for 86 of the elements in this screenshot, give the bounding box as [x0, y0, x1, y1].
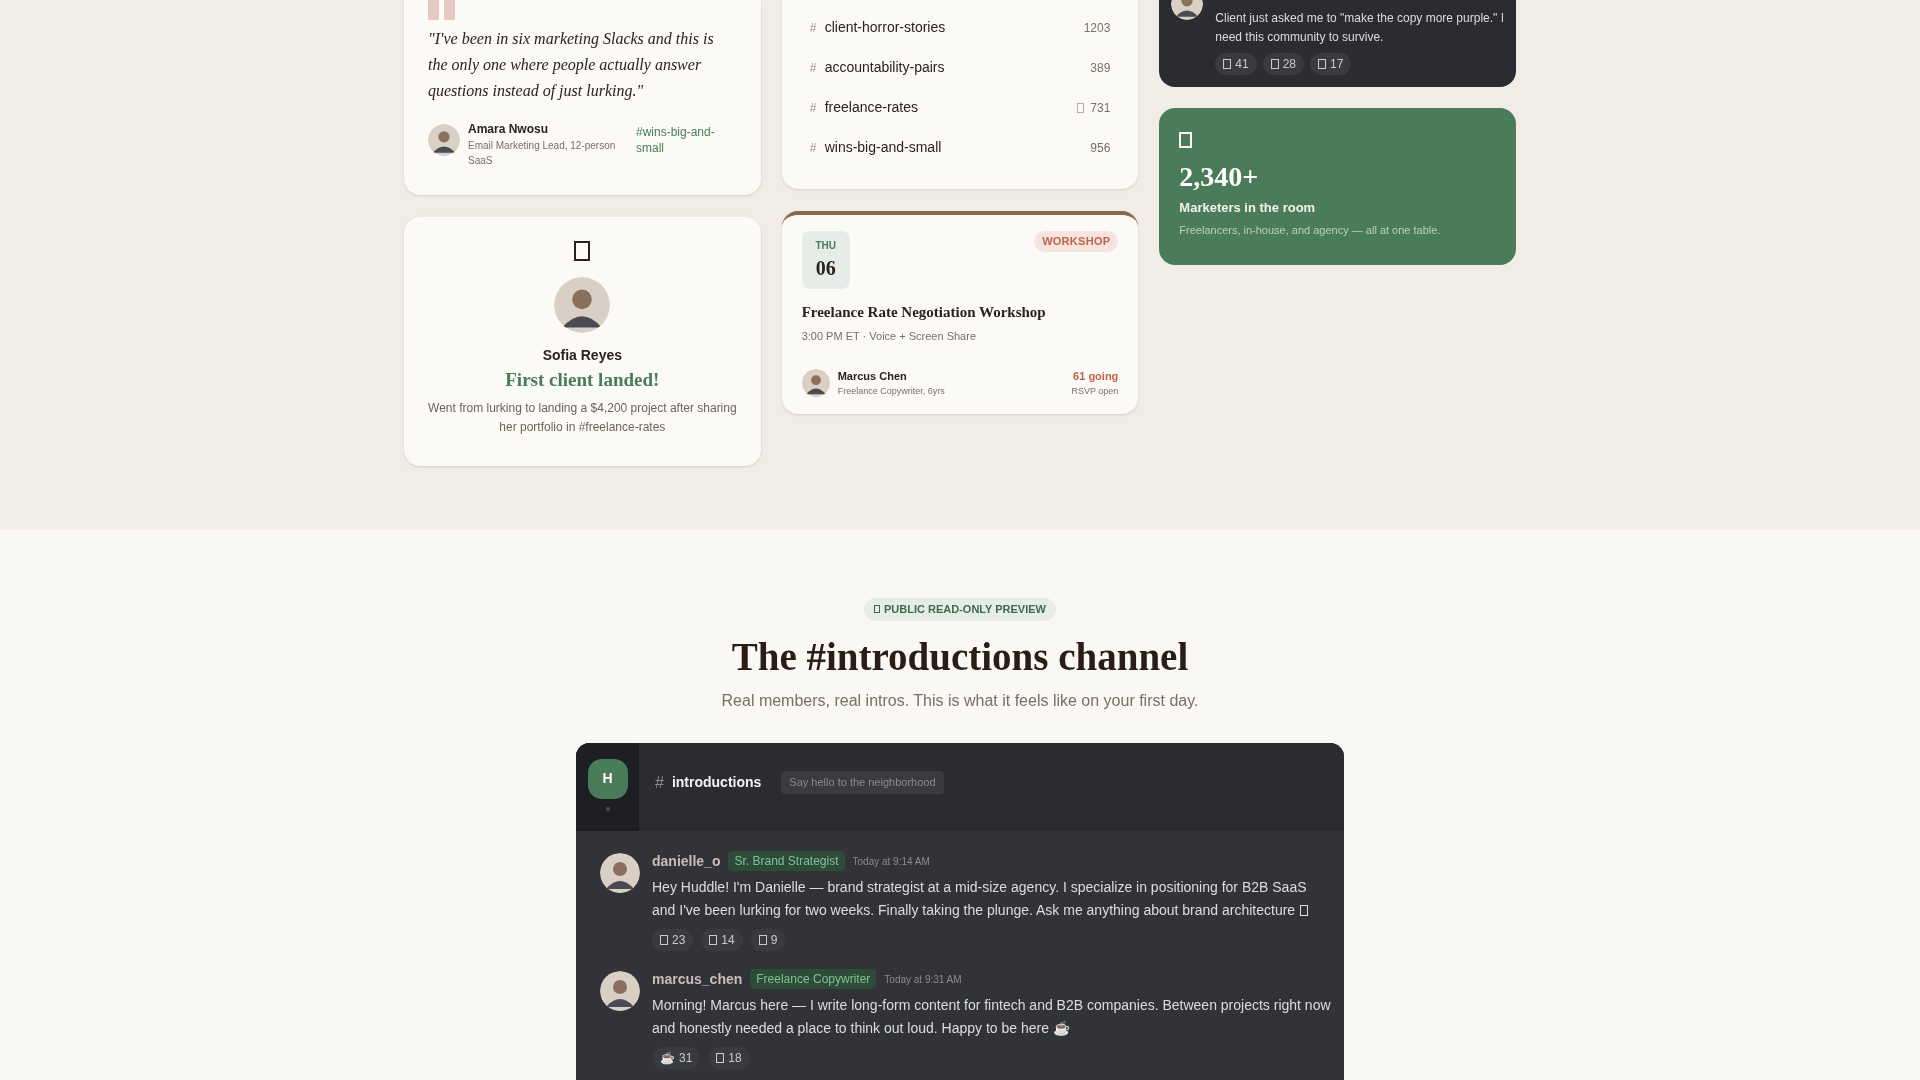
event-details: 3:00 PM ET · Voice + Screen Share — [801, 328, 978, 344]
reaction-pill[interactable]: ☕ 31 — [652, 1046, 701, 1069]
member-count: 731 — [1090, 99, 1111, 117]
reaction-count: 23 — [672, 931, 686, 949]
post-text: Client just asked me to "make the copy more purple." I need this community to survive. — [1215, 10, 1504, 46]
channel-name: freelance-rates — [824, 98, 920, 117]
reaction-count: 9 — [770, 931, 778, 949]
channel-name: client-horror-stories — [824, 18, 947, 37]
event-date: 06 — [815, 255, 836, 281]
channel-row[interactable]: # accountability-pairs 389 — [809, 58, 1111, 77]
avatar — [600, 970, 640, 1011]
server-icon[interactable]: H — [587, 758, 628, 799]
square-icon — [660, 934, 668, 945]
event-title: Freelance Rate Negotiation Workshop — [801, 303, 1047, 322]
hash-mark: # — [809, 99, 818, 117]
reaction-count: 14 — [721, 931, 735, 949]
reaction-emoji: ☕ — [660, 1049, 675, 1067]
role-tag: Freelance Copywriter — [750, 969, 877, 989]
stat-description: Freelancers, in-house, and agency — all at one table. — [1179, 222, 1442, 238]
square-icon — [758, 934, 767, 945]
badge-label: PUBLIC READ-ONLY PREVIEW — [884, 602, 1046, 617]
reaction-count: 18 — [728, 1049, 742, 1067]
channel-row[interactable]: # freelance-rates 731 — [809, 98, 1111, 117]
square-icon — [1223, 59, 1232, 69]
reaction-count: 17 — [1330, 56, 1344, 73]
avatar — [801, 369, 830, 397]
win-description: Went from lurking to landing a $4,200 project after sharing her portfolio in #freelance-rates — [427, 399, 738, 436]
member-count: 1203 — [1083, 19, 1111, 37]
event-day: THU — [815, 237, 836, 253]
reaction-pill[interactable]: 18 — [708, 1046, 750, 1069]
stat-value: 2,340+ — [1179, 160, 1260, 194]
reaction-count: 28 — [1282, 56, 1297, 73]
channel-topic: Say hello to the neighborhood — [781, 771, 944, 794]
square-icon — [574, 241, 591, 261]
square-icon — [716, 1052, 725, 1063]
reaction-pill[interactable]: 41 — [1215, 53, 1257, 75]
channel-row[interactable]: # wins-big-and-small 956 — [809, 138, 1111, 157]
square-icon — [709, 934, 718, 945]
avatar — [554, 277, 611, 333]
square-icon — [1270, 59, 1279, 69]
reaction-pill[interactable]: 23 — [652, 928, 694, 951]
rsvp-status: RSVP open — [1071, 384, 1119, 398]
timestamp: Today at 9:31 AM — [884, 972, 962, 987]
message-text: Morning! Marcus here — I write long-form content for fintech and B2B companies. Between projects right now and honestly needed a place to think out loud. Happy to be here ☕ — [652, 995, 1332, 1038]
hash-mark: # — [655, 772, 664, 793]
square-icon — [1300, 904, 1309, 916]
reaction-pill[interactable]: 14 — [701, 928, 743, 951]
section-title: The #introductions channel — [731, 633, 1189, 680]
username[interactable]: marcus_chen — [652, 968, 743, 990]
square-icon — [874, 605, 880, 614]
quote-text: "I've been in six marketing Slacks and this is the only one where people actually answer questions instead of just lurking." — [428, 29, 715, 102]
channel-name: accountability-pairs — [824, 58, 946, 77]
hash-mark: # — [809, 59, 818, 77]
member-name: Sofia Reyes — [542, 346, 622, 365]
reaction-pill[interactable]: 9 — [750, 928, 786, 951]
channel-name: wins-big-and-small — [824, 138, 943, 157]
author-role: Email Marketing Lead, 12-person SaaS — [468, 139, 617, 168]
host-role: Freelance Copywriter, 6yrs — [837, 384, 946, 398]
stat-label: Marketers in the room — [1179, 199, 1317, 217]
message-text: Hey Huddle! I'm Danielle — brand strategist at a mid-size agency. I specialize in positioning for B2B SaaS and I've been lurking for two weeks. Finally taking the plunge. Ask me anything about brand architecture — [652, 877, 1310, 920]
hash-mark: # — [809, 19, 818, 37]
role-tag: Sr. Brand Strategist — [728, 851, 845, 871]
hash-mark: # — [809, 139, 818, 157]
username[interactable]: danielle_o — [652, 850, 721, 872]
square-icon — [1077, 102, 1085, 113]
host-name: Marcus Chen — [837, 369, 908, 384]
channel-title: introductions — [671, 773, 762, 792]
reaction-count: 31 — [679, 1049, 693, 1067]
square-icon — [1179, 132, 1193, 148]
attendee-count: 61 going — [1073, 369, 1119, 384]
channel-row[interactable]: # client-horror-stories 1203 — [809, 18, 1111, 37]
timestamp: Today at 9:14 AM — [852, 854, 930, 869]
win-headline: First client landed! — [505, 368, 660, 392]
event-tag: WORKSHOP — [1034, 231, 1119, 252]
avatar — [428, 124, 460, 156]
section-subtitle: Real members, real intros. This is what it feels like on your first day. — [721, 690, 1199, 711]
reaction-count: 41 — [1235, 56, 1249, 73]
square-icon — [1318, 59, 1327, 69]
channel-link[interactable]: #wins-big-and-small — [636, 124, 726, 156]
avatar — [600, 852, 640, 893]
author-name: Amara Nwosu — [468, 121, 550, 138]
member-count: 389 — [1090, 59, 1111, 77]
reaction-pill[interactable]: 17 — [1310, 53, 1352, 75]
quote-icon — [428, 0, 456, 20]
reaction-pill[interactable]: 28 — [1262, 53, 1305, 75]
member-count: 956 — [1090, 139, 1111, 157]
